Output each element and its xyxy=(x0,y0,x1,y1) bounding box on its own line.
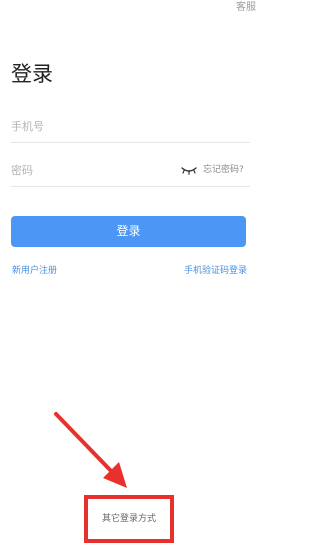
forgot-password-link[interactable]: 忘记密码? xyxy=(203,164,244,176)
phone-input[interactable] xyxy=(11,116,237,136)
customer-service-link[interactable]: 客服 xyxy=(236,2,256,14)
password-divider xyxy=(11,186,250,187)
register-link[interactable]: 新用户注册 xyxy=(12,265,57,277)
page-title: 登录 xyxy=(11,62,53,86)
other-login-methods-link[interactable]: 其它登录方式 xyxy=(86,497,172,541)
annotation-arrow xyxy=(54,412,127,488)
eye-closed-icon[interactable] xyxy=(180,162,198,178)
phone-divider xyxy=(11,142,250,143)
password-input[interactable] xyxy=(11,160,171,180)
login-button[interactable]: 登录 xyxy=(11,216,246,247)
sms-login-link[interactable]: 手机验证码登录 xyxy=(184,265,247,277)
